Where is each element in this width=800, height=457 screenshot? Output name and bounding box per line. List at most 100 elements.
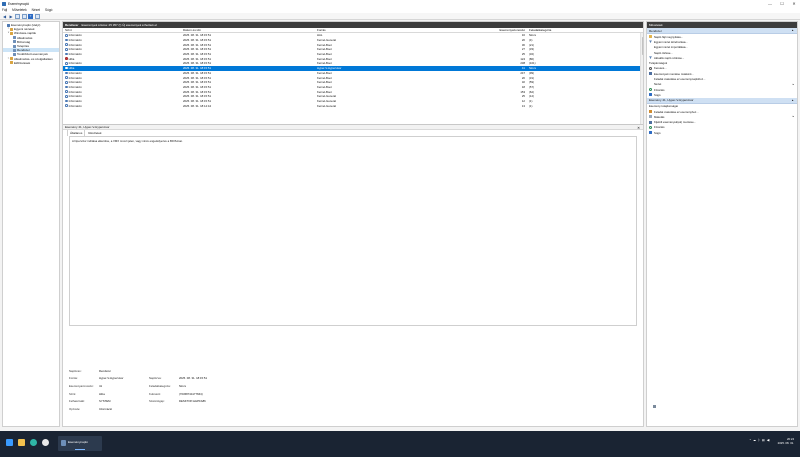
table-row[interactable]: Információ 2025. 08. 31. 18:15:51 HAL 16 Nin… — [63, 33, 643, 38]
table-row[interactable]: Információ 2025. 08. 31. 18:15:51 Kernel-B… — [63, 85, 643, 90]
cell-category: (32) — [529, 52, 534, 57]
column-level[interactable]: Szint — [63, 28, 183, 32]
help-icon[interactable]: ? — [28, 13, 33, 19]
action-item[interactable]: Súgó — [647, 130, 797, 135]
tray-bluetooth-icon[interactable]: ᛒ — [758, 438, 760, 442]
property-value: 41 — [99, 383, 103, 388]
filter-icon — [649, 56, 652, 60]
cell-date: 2025. 08. 31. 18:15:51 — [183, 75, 211, 80]
tray-chevron-icon[interactable]: ^ — [750, 438, 751, 442]
action-pane-icon[interactable] — [34, 13, 40, 19]
help-icon — [649, 93, 652, 97]
action-label: Súgó — [654, 92, 661, 97]
find-icon — [649, 66, 652, 70]
event-table-scrollbar[interactable] — [640, 33, 643, 124]
maximize-button[interactable]: ☐ — [776, 0, 788, 7]
action-label: Frissítés — [654, 125, 665, 130]
menu-file[interactable]: Fájl — [2, 8, 7, 12]
collapse-caret-icon[interactable]: ▲ — [791, 29, 794, 32]
action-label: Egyéni nézet importálása... — [654, 45, 688, 50]
cell-source: Kernel-Boot — [317, 47, 332, 52]
event-description: A hipervizor indítása elkerülve, a VMX m… — [69, 136, 637, 326]
title-bar: Eseménynapló — ☐ ✕ — [0, 0, 800, 7]
folder-tree-icon[interactable] — [15, 13, 20, 19]
info-icon — [65, 94, 68, 98]
info-icon — [65, 38, 68, 42]
cell-source: Kernel-Boot — [317, 56, 332, 61]
cell-date: 2025. 08. 31. 18:15:51 — [183, 33, 211, 38]
taskbar-clock[interactable]: 20:24 2025. 08. 31. — [778, 437, 794, 445]
table-row[interactable]: Információ 2025. 08. 31. 18:15:51 Kernel-B… — [63, 71, 643, 76]
table-row[interactable]: Információ 2025. 08. 31. 18:15:51 Kernel-B… — [63, 75, 643, 80]
table-row[interactable]: Információ 2025. 08. 31. 18:15:51 Kernel-B… — [63, 89, 643, 94]
tree-item[interactable]: Előfizetések — [3, 61, 59, 65]
table-row[interactable]: Információ 2025. 08. 31. 18:15:51 Kernel-B… — [63, 42, 643, 47]
info-icon — [65, 104, 68, 107]
edge-browser-icon[interactable] — [30, 439, 37, 446]
cell-id: 153 — [520, 89, 525, 94]
cell-source: Kernel-Boot — [317, 61, 332, 66]
cell-source: Kernel-General — [317, 38, 336, 43]
cell-date: 2025. 08. 31. 18:15:51 — [183, 42, 211, 47]
table-row[interactable]: Hiba 2025. 08. 31. 18:15:51 Kernel-Boot 124… — [63, 56, 643, 61]
table-row[interactable]: Információ 2025. 08. 31. 18:15:51 Kernel-B… — [63, 47, 643, 52]
file-explorer-icon[interactable] — [18, 439, 25, 446]
property-value: (70368744177664) — [179, 391, 203, 396]
level-text: Információ — [68, 33, 82, 38]
property-row: Felhasználó: SYSTEM Számítógép: DESKTOP-HHP… — [69, 397, 629, 405]
cell-id: 41 — [521, 66, 525, 71]
cell-id: 30 — [521, 42, 525, 47]
level-text: Információ — [68, 89, 82, 94]
action-label: Nézet — [654, 82, 662, 87]
collapse-caret-icon[interactable]: ▲ — [791, 99, 794, 102]
table-row[interactable]: Információ 2025. 08. 31. 18:15:51 Kernel-B… — [63, 80, 643, 85]
cell-id: 12 — [521, 98, 525, 103]
tab-general[interactable]: Általános — [67, 129, 86, 136]
column-category[interactable]: Feladatkategória — [527, 28, 587, 32]
menu-help[interactable]: Súgó — [45, 8, 52, 12]
cell-source: Kernel-Boot — [317, 75, 332, 80]
info-icon — [65, 48, 68, 51]
help-icon — [649, 131, 652, 135]
table-row[interactable]: Információ 2025. 08. 31. 18:15:51 Kernel-G… — [63, 94, 643, 99]
column-source[interactable]: Forrás — [317, 28, 435, 32]
table-row[interactable]: Információ 2025. 08. 31. 18:15:51 Kernel-B… — [63, 61, 643, 66]
start-windows-icon[interactable] — [6, 439, 13, 446]
column-event-id[interactable]: Eseményazonosító — [435, 28, 527, 32]
chrome-browser-icon[interactable] — [42, 439, 49, 446]
table-row[interactable]: Információ 2025. 08. 31. 18:15:51 Kernel-B… — [63, 52, 643, 57]
menu-view[interactable]: Nézet — [32, 8, 40, 12]
console-view-icon[interactable] — [21, 13, 27, 19]
level-text: Információ — [68, 38, 82, 43]
tray-cloud-icon[interactable]: ☁ — [753, 438, 756, 442]
close-button[interactable]: ✕ — [788, 0, 800, 7]
tab-details[interactable]: Részletek — [86, 130, 103, 136]
tray-network-icon[interactable]: ▤ — [762, 438, 765, 442]
menu-actions[interactable]: Műveletek — [12, 8, 27, 12]
column-date[interactable]: Dátum és idő — [183, 28, 317, 32]
minimize-button[interactable]: — — [764, 0, 776, 7]
info-icon — [65, 62, 68, 65]
table-row[interactable]: Hiba 2025. 08. 31. 18:15:51 Hyper-V-Hyperv… — [63, 65, 643, 71]
close-detail-icon[interactable]: ✕ — [637, 125, 640, 131]
cell-category: (4) — [529, 38, 533, 43]
table-row[interactable]: Információ 2025. 08. 31. 18:15:51 Kernel-G… — [63, 38, 643, 43]
cell-level: Információ — [63, 47, 183, 51]
folder-icon — [10, 61, 13, 65]
level-text: Információ — [68, 42, 82, 47]
table-row[interactable]: Információ 2025. 08. 31. 18:15:51 Kernel-G… — [63, 99, 643, 104]
event-viewer-app-icon — [2, 1, 6, 6]
level-text: Információ — [68, 80, 82, 85]
table-row[interactable]: Információ 2025. 08. 31. 18:14:44 Kernel-G… — [63, 103, 643, 108]
event-viewer-taskbar-icon[interactable] — [61, 440, 66, 446]
forward-arrow-icon[interactable]: ▶ — [9, 14, 14, 19]
tray-volume-icon[interactable]: ◀) — [767, 438, 770, 442]
actions-section-log-label: Rendszer — [649, 28, 662, 33]
cell-level: Információ — [63, 99, 183, 103]
scrollbar-thumb[interactable] — [641, 37, 643, 55]
action-label: Frissítés — [654, 87, 665, 92]
back-arrow-icon[interactable]: ◀ — [2, 14, 7, 19]
log-icon — [13, 48, 16, 52]
cell-category: (57) — [529, 84, 534, 89]
cell-id: 13 — [521, 103, 525, 108]
